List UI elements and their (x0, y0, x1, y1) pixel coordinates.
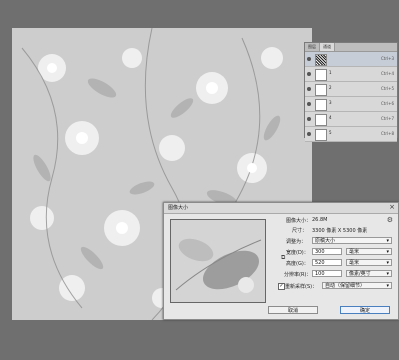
layer-name: 5 (329, 130, 332, 135)
layer-shortcut: Ctrl+7 (380, 116, 394, 121)
eye-icon[interactable] (307, 102, 311, 106)
eye-icon[interactable] (307, 117, 311, 121)
resolution-unit-select[interactable]: 像素/英寸 ▾ (346, 270, 392, 277)
chevron-down-icon: ▾ (386, 260, 389, 266)
width-input[interactable]: 300 (312, 248, 342, 255)
layer-shortcut: Ctrl+5 (380, 86, 394, 91)
layer-thumbnail (315, 99, 327, 111)
gear-icon[interactable]: ⚙ (387, 216, 393, 224)
layer-row[interactable]: 4 Ctrl+7 (305, 112, 397, 127)
layer-thumbnail (315, 129, 327, 141)
eye-icon[interactable] (307, 87, 311, 91)
width-unit: 毫米 (349, 249, 360, 255)
layer-name: 2 (329, 85, 332, 90)
resample-value: 自动（保留细节） (325, 283, 366, 289)
resample-checkbox[interactable]: ✓ (278, 283, 285, 290)
resolution-label: 分辨率(R)： (284, 272, 312, 278)
cancel-button[interactable]: 取消 (268, 306, 318, 314)
layer-row[interactable]: 1 Ctrl+4 (305, 67, 397, 82)
layer-row[interactable]: 2 Ctrl+5 (305, 82, 397, 97)
image-size-dialog: 图像大小 × ⚙ 图像大小： 26.8M 尺寸： 3300 像素 X 5300 … (163, 202, 399, 320)
width-unit-select[interactable]: 毫米 ▾ (346, 248, 392, 255)
fit-to-value: 原稿大小 (315, 238, 336, 244)
panel-tabs: 图层 通道 (305, 43, 397, 52)
close-icon[interactable]: × (389, 203, 395, 212)
layer-thumbnail (315, 114, 327, 126)
layer-row[interactable]: 5 Ctrl+8 (305, 127, 397, 142)
eye-icon[interactable] (307, 132, 311, 136)
dialog-titlebar[interactable]: 图像大小 × (164, 203, 398, 214)
fit-to-select[interactable]: 原稿大小 ▾ (312, 237, 392, 244)
height-label: 高度(G)： (286, 261, 309, 267)
image-size-value: 26.8M (312, 217, 328, 223)
chevron-down-icon: ▾ (386, 238, 389, 244)
resample-select[interactable]: 自动（保留细节） ▾ (322, 282, 392, 289)
layers-panel: 图层 通道 Ctrl+3 1 Ctrl+4 2 Ctrl+5 3 Ctrl+6 (304, 42, 398, 142)
layer-shortcut: Ctrl+8 (380, 131, 394, 136)
layer-name: 4 (329, 115, 332, 120)
layer-thumbnail (315, 84, 327, 96)
resolution-input[interactable]: 100 (312, 270, 342, 277)
workspace: 图层 通道 Ctrl+3 1 Ctrl+4 2 Ctrl+5 3 Ctrl+6 (0, 0, 399, 360)
layer-name: 3 (329, 100, 332, 105)
layer-shortcut: Ctrl+4 (380, 71, 394, 76)
image-preview[interactable] (170, 219, 266, 303)
height-unit-select[interactable]: 毫米 ▾ (346, 259, 392, 266)
eye-icon[interactable] (307, 72, 311, 76)
image-size-label: 图像大小： (286, 218, 312, 224)
layer-shortcut: Ctrl+6 (380, 101, 394, 106)
resample-label: 重新采样(S)： (285, 284, 318, 290)
chevron-down-icon: ▾ (386, 271, 389, 277)
dialog-title: 图像大小 (168, 205, 189, 211)
link-icon[interactable]: ⧉ (281, 254, 285, 262)
dimensions-value: 3300 像素 X 5300 像素 (312, 228, 368, 234)
ok-button[interactable]: 确定 (340, 306, 390, 314)
layer-shortcut: Ctrl+3 (380, 56, 394, 61)
height-unit: 毫米 (349, 260, 360, 266)
layer-row[interactable]: 3 Ctrl+6 (305, 97, 397, 112)
resolution-unit: 像素/英寸 (349, 271, 371, 277)
tab-channels[interactable]: 通道 (320, 43, 335, 51)
width-label: 宽度(D)： (286, 250, 309, 256)
tab-layers[interactable]: 图层 (305, 43, 320, 51)
layer-row[interactable]: Ctrl+3 (305, 52, 397, 67)
chevron-down-icon: ▾ (386, 283, 389, 289)
chevron-down-icon: ▾ (386, 249, 389, 255)
layer-thumbnail (315, 54, 327, 66)
layer-thumbnail (315, 69, 327, 81)
height-input[interactable]: 520 (312, 259, 342, 266)
fit-to-label: 调整为： (286, 239, 307, 245)
dimensions-label: 尺寸： (292, 228, 308, 234)
eye-icon[interactable] (307, 57, 311, 61)
layer-name: 1 (329, 70, 332, 75)
preview-image (171, 220, 265, 302)
